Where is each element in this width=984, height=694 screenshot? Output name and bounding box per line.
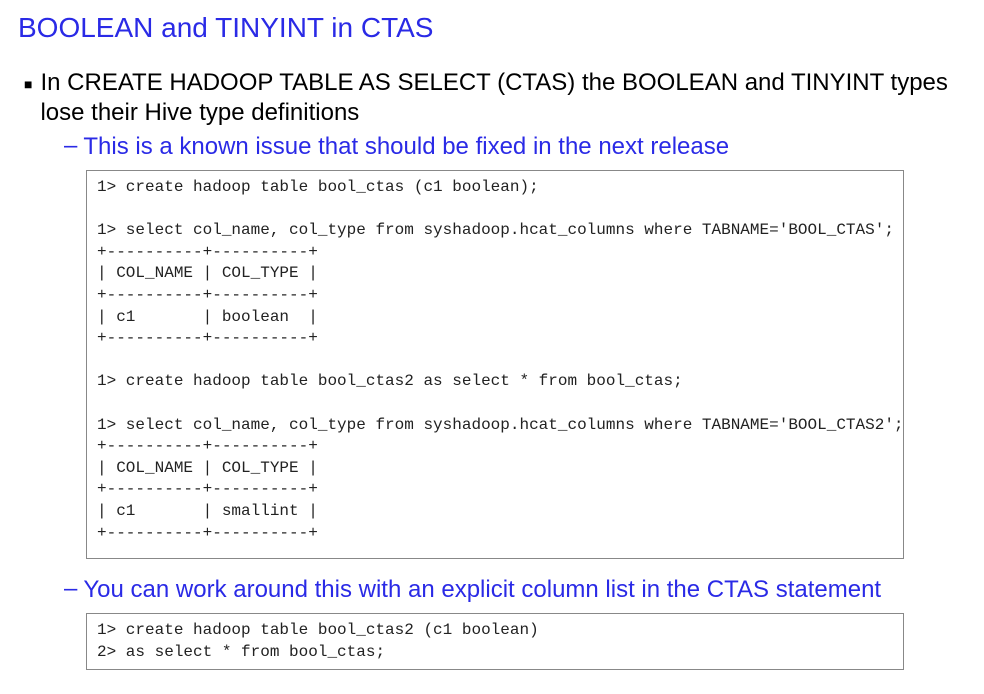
sub-bullet-1: – This is a known issue that should be f… [64, 132, 966, 162]
sub-bullet-2-text: You can work around this with an explici… [83, 575, 881, 605]
main-bullet-text: In CREATE HADOOP TABLE AS SELECT (CTAS) … [40, 68, 966, 128]
dash-icon: – [64, 132, 77, 160]
bullet-square-icon: ■ [24, 76, 32, 92]
main-bullet: ■ In CREATE HADOOP TABLE AS SELECT (CTAS… [24, 68, 966, 128]
sub-bullet-1-text: This is a known issue that should be fix… [83, 132, 729, 162]
dash-icon: – [64, 575, 77, 603]
sub-bullet-2: – You can work around this with an expli… [64, 575, 966, 605]
code-block-2: 1> create hadoop table bool_ctas2 (c1 bo… [86, 613, 904, 670]
code-block-1: 1> create hadoop table bool_ctas (c1 boo… [86, 170, 904, 559]
slide-title: BOOLEAN and TINYINT in CTAS [18, 12, 966, 44]
